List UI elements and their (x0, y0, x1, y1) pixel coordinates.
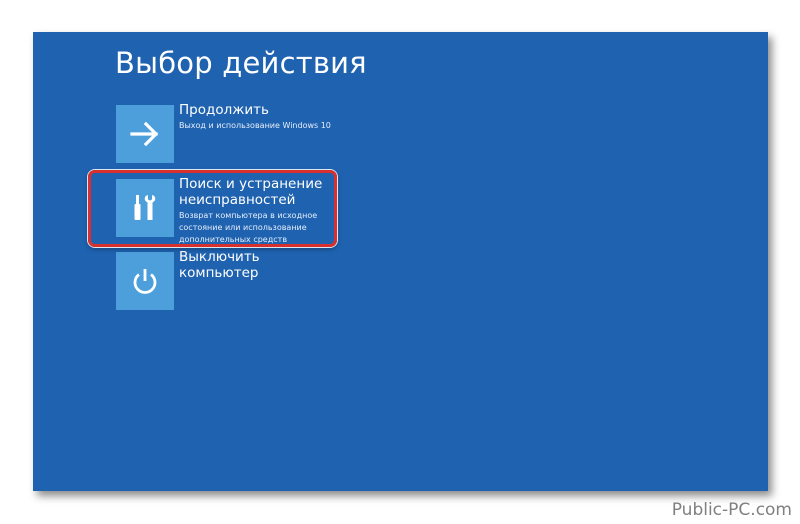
shutdown-text: Выключить компьютер (179, 249, 289, 281)
highlight-frame (88, 170, 337, 247)
continue-text: Продолжить Выход и использование Windows… (179, 102, 331, 132)
shutdown-title: Выключить компьютер (179, 249, 260, 281)
page-title: Выбор действия (115, 46, 367, 80)
continue-title: Продолжить (179, 102, 269, 118)
continue-tile[interactable] (116, 105, 174, 163)
arrow-right-icon (130, 122, 159, 146)
shutdown-tile[interactable] (116, 252, 174, 310)
option-shutdown[interactable]: Выключить компьютер (116, 249, 536, 310)
option-continue[interactable]: Продолжить Выход и использование Windows… (116, 102, 536, 163)
continue-description: Выход и использование Windows 10 (179, 121, 331, 130)
recovery-screen: Выбор действия Продолжить Выход и исполь… (33, 32, 768, 491)
power-icon (133, 269, 157, 294)
watermark: Public-PC.com (671, 500, 792, 520)
